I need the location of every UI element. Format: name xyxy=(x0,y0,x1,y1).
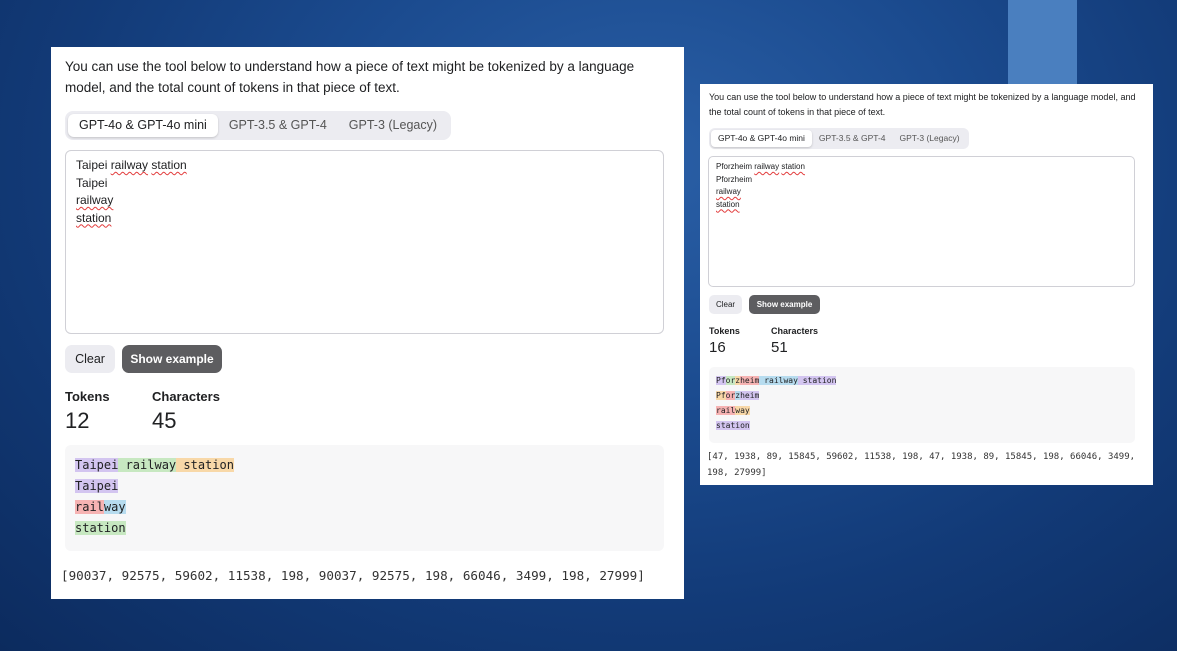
token-visualization: Taipei railway station Taipei railway stati… xyxy=(65,445,664,551)
text-input[interactable]: Taipei railway station Taipei railway st… xyxy=(65,150,664,334)
token-chip: station xyxy=(797,376,837,385)
show-example-button[interactable]: Show example xyxy=(749,295,820,314)
clear-button[interactable]: Clear xyxy=(709,295,742,314)
characters-label: Characters xyxy=(771,326,819,336)
token-line: station xyxy=(75,518,654,539)
tokenizer-panel-2: You can use the tool below to understand… xyxy=(700,84,1153,485)
tab-gpt-3-5-gpt-4[interactable]: GPT-3.5 & GPT-4 xyxy=(812,130,893,147)
tokens-count: 12 xyxy=(65,408,90,433)
input-line: Taipei railway station xyxy=(76,157,653,175)
tab-gpt-4o[interactable]: GPT-4o & GPT-4o mini xyxy=(68,114,218,137)
tab-gpt-3-legacy[interactable]: GPT-3 (Legacy) xyxy=(893,130,967,147)
characters-count: 45 xyxy=(152,408,177,433)
characters-stat: Characters 45 xyxy=(152,389,220,434)
token-chip: Pf xyxy=(716,391,726,400)
input-word: Taipei xyxy=(76,175,108,190)
model-tabs: GPT-4o & GPT-4o mini GPT-3.5 & GPT-4 GPT… xyxy=(709,128,969,149)
tab-gpt-4o[interactable]: GPT-4o & GPT-4o mini xyxy=(711,130,812,147)
input-word: Taipei xyxy=(76,158,111,172)
tab-gpt-3-5-gpt-4[interactable]: GPT-3.5 & GPT-4 xyxy=(218,114,338,137)
token-chip: railway xyxy=(118,458,177,472)
input-line: Pforzheim railway station xyxy=(716,161,1127,174)
token-chip: Taipei xyxy=(75,458,119,472)
text-input[interactable]: Pforzheim railway station Pforzheim rail… xyxy=(708,156,1135,287)
input-word-misspelled: station xyxy=(716,199,740,209)
token-chip: heim xyxy=(740,391,760,400)
input-word-misspelled: railway xyxy=(76,193,114,207)
model-tabs: GPT-4o & GPT-4o mini GPT-3.5 & GPT-4 GPT… xyxy=(65,111,452,140)
tokens-stat: Tokens 16 xyxy=(709,326,740,356)
token-chip: rail xyxy=(716,406,736,415)
input-line: station xyxy=(716,199,1127,212)
input-word-misspelled: railway xyxy=(716,187,741,196)
token-visualization: Pforzheim railway station Pforzheim railwa… xyxy=(709,367,1135,443)
token-chip: or xyxy=(725,391,736,400)
tokens-count: 16 xyxy=(709,339,726,356)
token-chip: station xyxy=(176,458,234,472)
tab-gpt-3-legacy[interactable]: GPT-3 (Legacy) xyxy=(338,114,448,137)
token-line: Pforzheim xyxy=(716,388,1128,403)
token-ids: [47, 1938, 89, 15845, 59602, 11538, 198,… xyxy=(707,452,1136,478)
token-chip: way xyxy=(735,406,750,415)
input-word: Pforzheim xyxy=(716,174,753,184)
show-example-button[interactable]: Show example xyxy=(122,345,222,373)
token-line: Taipei xyxy=(75,476,654,497)
token-line: station xyxy=(716,418,1128,433)
token-chip: station xyxy=(716,421,750,430)
tokens-label: Tokens xyxy=(709,326,740,336)
token-chip: rail xyxy=(75,500,104,514)
input-line: railway xyxy=(76,192,653,210)
token-chip: Taipei xyxy=(75,479,119,493)
token-chip: Pf xyxy=(716,376,726,385)
characters-count: 51 xyxy=(771,339,788,356)
input-word-misspelled: railway xyxy=(754,162,780,171)
tokens-stat: Tokens 12 xyxy=(65,389,110,434)
input-word: Pforzheim xyxy=(716,162,755,171)
input-line: Pforzheim xyxy=(716,174,1127,187)
token-line: Pforzheim railway station xyxy=(716,373,1128,388)
tokens-label: Tokens xyxy=(65,389,110,404)
intro-text: You can use the tool below to understand… xyxy=(709,92,1136,117)
input-word-misspelled: station xyxy=(151,158,187,172)
token-chip: heim xyxy=(740,376,760,385)
token-chip: railway xyxy=(759,376,798,385)
input-word-misspelled: railway xyxy=(110,158,149,172)
input-word-misspelled: station xyxy=(76,210,112,225)
token-ids: [90037, 92575, 59602, 11538, 198, 90037,… xyxy=(61,568,645,583)
token-chip: way xyxy=(103,500,126,514)
input-line: Taipei xyxy=(76,175,653,193)
token-line: Taipei railway station xyxy=(75,455,654,476)
characters-stat: Characters 51 xyxy=(771,326,818,356)
input-line: station xyxy=(76,210,653,228)
input-line: railway xyxy=(716,186,1127,199)
tokenizer-panel-1: You can use the tool below to understand… xyxy=(51,47,684,599)
token-chip: station xyxy=(75,521,126,535)
token-line: railway xyxy=(75,497,654,518)
characters-label: Characters xyxy=(152,389,220,404)
clear-button[interactable]: Clear xyxy=(65,345,115,373)
background-decor-rect xyxy=(1008,0,1077,88)
token-line: railway xyxy=(716,403,1128,418)
intro-text: You can use the tool below to understand… xyxy=(65,59,635,95)
input-word-misspelled: station xyxy=(781,162,805,171)
token-chip: or xyxy=(725,376,736,385)
